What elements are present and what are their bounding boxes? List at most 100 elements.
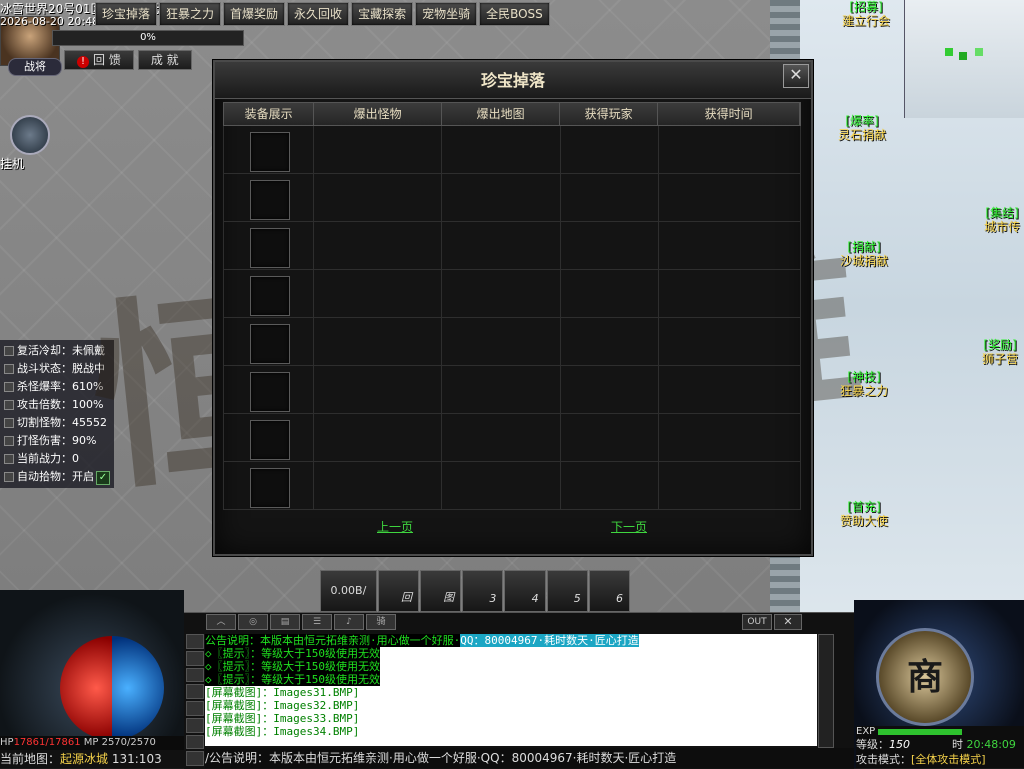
equipment-slot[interactable] [250, 420, 290, 460]
hotkey-slot-6[interactable]: 6 [588, 570, 630, 612]
hotkey-slot-1[interactable]: 回 [377, 570, 420, 612]
table-row [224, 318, 801, 366]
hotkey-label: 6 [615, 592, 623, 605]
npc-name: 赞助大使 [840, 514, 889, 528]
attack-mode-label: 攻击模式： [856, 753, 911, 766]
table-cell [314, 270, 443, 317]
equipment-slot[interactable] [250, 324, 290, 364]
map-info: 当前地图：起源冰城 131:103 [0, 750, 184, 768]
chat-tab[interactable]: ☰ [302, 614, 332, 630]
hotkey-label: 5 [573, 592, 581, 605]
chat-close-button[interactable]: ✕ [774, 614, 802, 630]
table-cell [314, 174, 443, 221]
chat-channel-button[interactable] [186, 701, 204, 716]
chat-tab[interactable]: ♪ [334, 614, 364, 630]
hotkey-slot-2[interactable]: 图 [420, 570, 462, 612]
player-name: 战将 [8, 58, 62, 76]
menu-permanent-recycle[interactable]: 永久回收 [287, 2, 350, 26]
chat-line: ◇〖提示〗：等级大于150级使用无效 [205, 673, 817, 686]
top-menu: 珍宝掉落 狂暴之力 首爆奖励 永久回收 宝藏探索 宠物坐骑 全民BOSS [95, 2, 550, 26]
npc-name: 灵石捐献 [838, 128, 887, 142]
npc-first-recharge[interactable]: [首充] 赞助大使 [840, 500, 888, 528]
prev-page-link[interactable]: 上一页 [377, 518, 413, 535]
npc-name: 城市传 [984, 220, 1021, 234]
map-label: 当前地图： [0, 752, 61, 766]
hp-mp-readout: HP17861/17861 MP 2570/2570 [0, 736, 184, 750]
npc-name: 建立行会 [842, 14, 891, 28]
equipment-slot[interactable] [250, 468, 290, 508]
chat-channel-button[interactable] [186, 751, 204, 766]
level-value: 150 [889, 738, 910, 751]
hotkey-slot-4[interactable]: 4 [504, 570, 546, 612]
equipment-slot[interactable] [250, 228, 290, 268]
mp-value: 2570/2570 [101, 737, 156, 748]
menu-world-boss[interactable]: 全民BOSS [479, 2, 550, 26]
chat-tab[interactable]: 骑 [366, 614, 396, 630]
shop-button[interactable]: 商 [876, 628, 974, 726]
menu-first-drop-reward[interactable]: 首爆奖励 [223, 2, 286, 26]
chat-channel-button[interactable] [186, 717, 204, 733]
npc-reward[interactable]: [奖励] 狮子营 [982, 338, 1018, 366]
chat-tab[interactable]: ︿ [206, 614, 236, 630]
table-cell [659, 174, 801, 221]
npc-gather[interactable]: [集结] 城市传 [984, 206, 1020, 234]
chat-channel-button[interactable] [186, 634, 204, 649]
menu-treasure-drop[interactable]: 珍宝掉落 [95, 2, 158, 26]
equipment-slot[interactable] [250, 372, 290, 412]
minimap[interactable] [904, 0, 1024, 118]
time-info: 时 20:48:09 [952, 738, 1016, 752]
menu-treasure-explore[interactable]: 宝藏探索 [351, 2, 414, 26]
col-equipment: 装备展示 [224, 103, 315, 125]
npc-tag: [招募] [849, 0, 883, 14]
chat-channel-button[interactable] [186, 667, 204, 683]
time-label: 时 [952, 738, 963, 751]
auto-battle-button[interactable]: 挂机 [0, 115, 50, 172]
attack-mode[interactable]: 攻击模式：[全体攻击模式] [856, 752, 1024, 768]
chat-input[interactable]: /公告说明：本版本由恒元拓维亲测·用心做一个好服·QQ：80004967·耗时数… [205, 748, 855, 768]
table-header: 装备展示 爆出怪物 爆出地图 获得玩家 获得时间 [223, 102, 801, 126]
notice-qq: QQ：80004967·耗时数天·匠心打造 [460, 634, 639, 647]
stat-combat-power: 当前战力：0 [0, 450, 114, 468]
minimap-marker [959, 52, 967, 60]
chat-channel-button[interactable] [186, 650, 204, 666]
table-row [224, 366, 801, 414]
hotkey-slot-5[interactable]: 5 [546, 570, 588, 612]
chat-out-button[interactable]: OUT [742, 614, 772, 630]
col-monster: 爆出怪物 [314, 103, 443, 125]
next-page-link[interactable]: 下一页 [611, 518, 647, 535]
table-body [223, 126, 801, 510]
chat-tab[interactable]: ◎ [238, 614, 268, 630]
menu-berserk-power[interactable]: 狂暴之力 [159, 2, 222, 26]
npc-donate[interactable]: [捐献] 沙城捐献 [840, 240, 888, 268]
npc-divine-skill[interactable]: [神技] 狂暴之力 [840, 370, 888, 398]
close-button[interactable]: ✕ [783, 64, 809, 88]
level-info: 等级：150 时 20:48:09 [856, 738, 1024, 752]
chat-log[interactable]: 公告说明：本版本由恒元拓维亲测·用心做一个好服·QQ：80004967·耗时数天… [205, 634, 817, 746]
auto-battle-icon [10, 115, 50, 155]
stat-auto-pickup[interactable]: 自动拾物：开启 ✓ [0, 468, 114, 486]
equipment-slot[interactable] [250, 132, 290, 172]
top-buttons: ! 回 馈 成 就 [64, 50, 192, 70]
chat-channel-button[interactable] [186, 734, 204, 750]
col-map: 爆出地图 [442, 103, 561, 125]
chat-tab[interactable]: ▤ [270, 614, 300, 630]
col-player: 获得玩家 [560, 103, 659, 125]
hotkey-label: 4 [531, 592, 539, 605]
hotkey-label: 3 [489, 592, 497, 605]
drop-table: 装备展示 爆出怪物 爆出地图 获得玩家 获得时间 [223, 102, 801, 510]
equipment-slot[interactable] [250, 276, 290, 316]
npc-drop-rate[interactable]: [爆率] 灵石捐献 [838, 114, 886, 142]
table-cell [659, 222, 801, 269]
recycle-button[interactable]: ! 回 馈 [64, 50, 134, 70]
hotkey-slot-3[interactable]: 3 [462, 570, 504, 612]
equipment-slot[interactable] [250, 180, 290, 220]
minimap-marker [975, 48, 983, 56]
npc-recruit[interactable]: [招募] 建立行会 [842, 0, 890, 28]
table-cell [442, 318, 561, 365]
menu-pet-mount[interactable]: 宠物坐骑 [415, 2, 478, 26]
tip-text: ◇〖提示〗：等级大于150级使用无效 [205, 660, 380, 673]
chat-channel-button[interactable] [186, 684, 204, 699]
achievement-button[interactable]: 成 就 [137, 50, 192, 70]
chat-line: 公告说明：本版本由恒元拓维亲测·用心做一个好服·QQ：80004967·耗时数天… [205, 634, 817, 647]
chat-scrollbar[interactable] [818, 634, 834, 748]
